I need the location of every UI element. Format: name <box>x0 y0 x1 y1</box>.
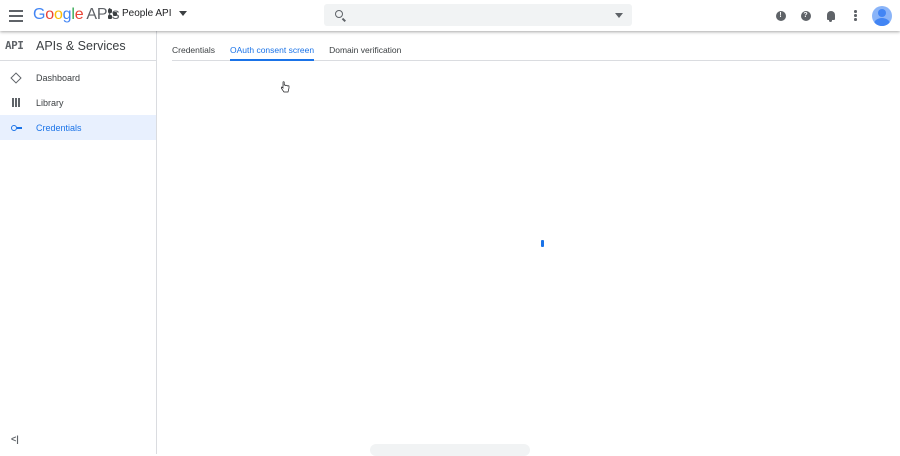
sidebar-item-label: Library <box>36 97 64 108</box>
sidebar-item-label: Credentials <box>36 122 82 133</box>
dropdown-caret-icon <box>179 11 188 16</box>
avatar[interactable] <box>872 5 892 26</box>
notifications-button[interactable] <box>818 0 843 31</box>
sidebar-nav: Dashboard Library Credentials <box>0 65 156 140</box>
main-content: Credentials OAuth consent screen Domain … <box>158 31 900 456</box>
search-icon <box>335 10 343 18</box>
bottom-toast <box>370 444 530 456</box>
loading-spinner-icon <box>541 240 544 247</box>
google-apis-logo[interactable]: Go o g l e APIs <box>33 6 120 24</box>
sidebar-item-library[interactable]: Library <box>0 90 156 115</box>
help-button[interactable]: ? <box>793 0 818 31</box>
sidebar-item-credentials[interactable]: Credentials <box>0 115 156 140</box>
project-dots-icon <box>108 8 118 19</box>
collapse-sidebar-icon[interactable]: <| <box>11 434 19 444</box>
menu-icon[interactable] <box>6 6 26 26</box>
api-badge-icon: API <box>5 39 24 52</box>
hand-pointer-cursor-icon <box>280 81 290 93</box>
tab-oauth-consent-screen[interactable]: OAuth consent screen <box>230 31 315 61</box>
help-icon: ? <box>800 10 811 21</box>
project-selector[interactable]: People API <box>108 8 188 19</box>
tab-bar: Credentials OAuth consent screen Domain … <box>172 31 890 61</box>
sidebar: API APIs & Services Dashboard Library Cr… <box>0 31 157 454</box>
notifications-icon <box>826 11 835 22</box>
sidebar-item-dashboard[interactable]: Dashboard <box>0 65 156 90</box>
search-input[interactable] <box>352 7 602 23</box>
top-right-actions: ! ? <box>768 0 900 31</box>
top-app-bar: Go o g l e APIs People API ! ? <box>0 0 900 31</box>
search-bar[interactable] <box>324 4 632 26</box>
feedback-icon: ! <box>775 10 786 21</box>
sidebar-header: API APIs & Services <box>0 31 156 61</box>
tab-credentials[interactable]: Credentials <box>172 31 215 61</box>
search-dropdown-caret-icon[interactable] <box>615 13 623 18</box>
sidebar-item-label: Dashboard <box>36 72 81 83</box>
sidebar-title: APIs & Services <box>36 38 126 53</box>
key-icon <box>11 123 22 133</box>
more-vert-icon <box>854 10 857 21</box>
more-options-button[interactable] <box>843 0 868 31</box>
dashboard-icon <box>11 73 21 83</box>
feedback-button[interactable]: ! <box>768 0 793 31</box>
tab-domain-verification[interactable]: Domain verification <box>329 31 401 61</box>
library-icon <box>11 98 21 108</box>
project-name: People API <box>122 8 172 19</box>
